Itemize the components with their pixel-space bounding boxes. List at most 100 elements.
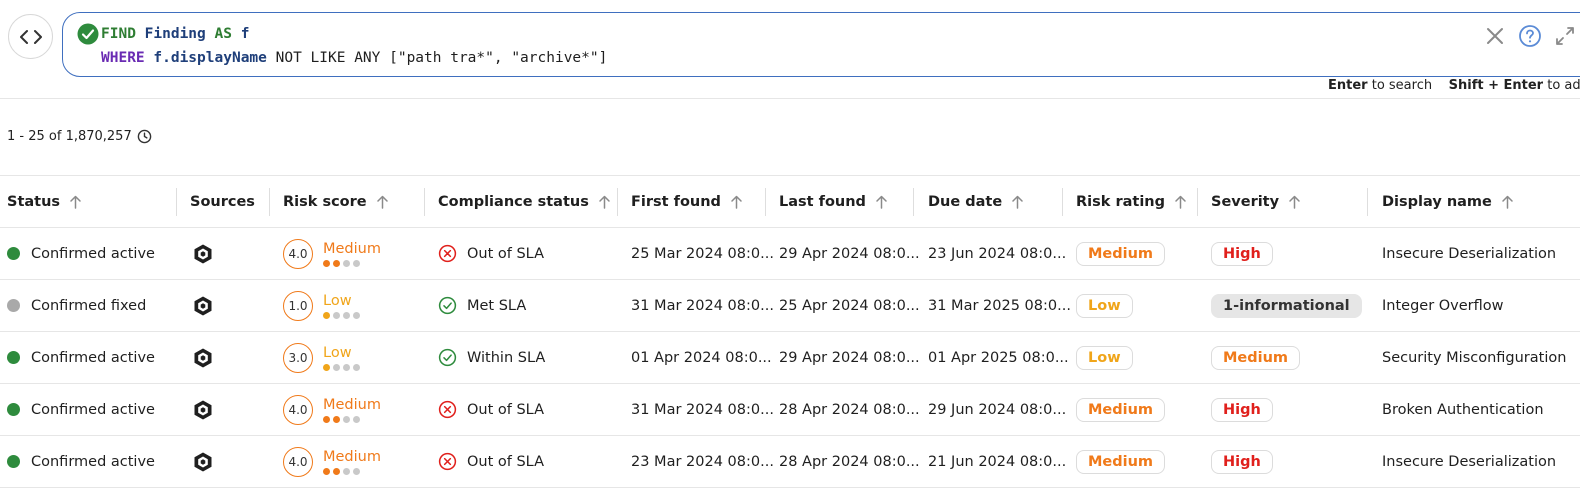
column-resize-handle[interactable] xyxy=(176,188,177,216)
risk-rating-badge: Medium xyxy=(1076,397,1166,422)
risk-rating-badge: Medium xyxy=(1076,449,1166,474)
status-text: Confirmed active xyxy=(31,401,155,418)
sources-cell xyxy=(192,436,214,487)
risk-score-meter-dot xyxy=(353,363,360,371)
risk-score-info: Medium xyxy=(323,449,381,475)
column-resize-handle[interactable] xyxy=(765,188,766,216)
risk-rating-cell: Medium xyxy=(1076,384,1166,435)
column-header-due-date[interactable]: Due date xyxy=(928,176,1024,227)
display-name-cell: Security Misconfiguration xyxy=(1382,349,1567,366)
due-date-cell: 21 Jun 2024 08:0... xyxy=(928,453,1067,470)
risk-score-cell: 3.0 Low xyxy=(283,332,360,383)
risk-score-meter-dot xyxy=(353,415,360,423)
hexagon-logo-icon xyxy=(194,452,212,471)
status-dot xyxy=(7,455,20,468)
clock-icon[interactable] xyxy=(137,129,152,144)
risk-rating-cell: Low xyxy=(1076,332,1133,383)
severity-badge: High xyxy=(1211,397,1273,422)
column-header-label: Risk score xyxy=(283,193,367,210)
column-resize-handle[interactable] xyxy=(1197,188,1198,216)
compliance-cell: Within SLA xyxy=(438,332,545,383)
risk-rating-badge: Low xyxy=(1076,345,1133,370)
column-header-label: Severity xyxy=(1211,193,1280,210)
table-row[interactable]: Confirmed active 3.0 Low Within SLA 01 Apr 2… xyxy=(0,332,1580,384)
severity-cell: High xyxy=(1211,384,1273,435)
expand-icon[interactable] xyxy=(1553,24,1577,48)
compliance-cell: Met SLA xyxy=(438,280,526,331)
query-mode-toggle-button[interactable] xyxy=(8,14,53,59)
risk-score-meter xyxy=(323,467,381,475)
table-row[interactable]: Confirmed active 4.0 Medium Out of SLA 31 Ma… xyxy=(0,384,1580,436)
column-header-severity[interactable]: Severity xyxy=(1211,176,1301,227)
column-resize-handle[interactable] xyxy=(617,188,618,216)
compliance-text: Met SLA xyxy=(467,297,527,314)
compliance-text: Out of SLA xyxy=(467,245,545,262)
compliance-cell: Out of SLA xyxy=(438,228,544,279)
column-resize-handle[interactable] xyxy=(1062,188,1063,216)
risk-score-value: 4.0 xyxy=(283,446,313,477)
table-row[interactable]: Confirmed fixed 1.0 Low Met SLA 31 Mar 2024 … xyxy=(0,280,1580,332)
status-dot xyxy=(7,247,20,260)
status-text: Confirmed active xyxy=(31,245,155,262)
column-resize-handle[interactable] xyxy=(424,188,425,216)
check-circle-icon xyxy=(77,23,99,45)
column-header-label: Risk rating xyxy=(1076,193,1165,210)
table-row[interactable]: Confirmed active 4.0 Medium Out of SLA 25 Ma… xyxy=(0,228,1580,280)
risk-score-cell: 4.0 Medium xyxy=(283,384,381,435)
column-header-label: Compliance status xyxy=(438,193,589,210)
compliance-cell: Out of SLA xyxy=(438,436,544,487)
help-circle-icon[interactable] xyxy=(1518,24,1542,48)
column-header-risk-score[interactable]: Risk score xyxy=(283,176,389,227)
status-text: Confirmed active xyxy=(31,349,155,366)
risk-score-label: Medium xyxy=(323,448,381,465)
table-row[interactable]: Confirmed active 4.0 Medium Out of SLA 23 Ma… xyxy=(0,436,1580,488)
risk-score-label: Low xyxy=(323,292,352,309)
last-found-cell: 29 Apr 2024 08:0... xyxy=(779,349,920,366)
status-dot xyxy=(7,299,20,312)
column-resize-handle[interactable] xyxy=(269,188,270,216)
column-header-status[interactable]: Status xyxy=(7,176,82,227)
check-circle-outline-icon xyxy=(438,348,457,367)
column-header-last-found[interactable]: Last found xyxy=(779,176,888,227)
risk-score-meter-dot xyxy=(343,415,350,423)
search-hint: Enter to search Shift + Enter to ad xyxy=(1328,78,1580,93)
first-found-cell: 01 Apr 2024 08:0... xyxy=(631,349,772,366)
sources-cell xyxy=(192,228,214,279)
query-editor[interactable]: FIND Finding AS f WHERE f.displayName NO… xyxy=(62,12,1580,77)
column-header-first-found[interactable]: First found xyxy=(631,176,743,227)
risk-score-info: Low xyxy=(323,293,360,319)
risk-rating-badge: Medium xyxy=(1076,241,1166,266)
severity-cell: Medium xyxy=(1211,332,1301,383)
first-found-cell: 31 Mar 2024 08:0... xyxy=(631,401,774,418)
check-circle-outline-icon xyxy=(438,296,457,315)
risk-score-label: Low xyxy=(323,344,352,361)
risk-score-cell: 1.0 Low xyxy=(283,280,360,331)
severity-cell: 1-informational xyxy=(1211,280,1362,331)
column-header-display-name[interactable]: Display name xyxy=(1382,176,1514,227)
risk-rating-cell: Medium xyxy=(1076,228,1166,279)
risk-score-cell: 4.0 Medium xyxy=(283,228,381,279)
column-header-label: Due date xyxy=(928,193,1003,210)
risk-score-meter xyxy=(323,259,381,267)
first-found-cell: 23 Mar 2024 08:0... xyxy=(631,453,774,470)
sources-cell xyxy=(192,332,214,383)
risk-score-meter-dot xyxy=(323,311,330,319)
status-dot xyxy=(7,351,20,364)
sort-arrow-icon xyxy=(599,195,610,209)
divider xyxy=(0,98,1580,99)
hexagon-logo-icon xyxy=(194,296,212,315)
severity-badge: Medium xyxy=(1211,345,1301,370)
column-header-risk-rating[interactable]: Risk rating xyxy=(1076,176,1187,227)
risk-score-meter-dot xyxy=(353,311,360,319)
compliance-text: Out of SLA xyxy=(467,453,545,470)
column-resize-handle[interactable] xyxy=(913,188,914,216)
column-resize-handle[interactable] xyxy=(1367,188,1368,216)
risk-score-info: Low xyxy=(323,345,360,371)
risk-score-meter-dot xyxy=(333,363,340,371)
column-header-compliance-status[interactable]: Compliance status xyxy=(438,176,611,227)
sort-arrow-icon xyxy=(70,195,81,209)
risk-score-meter xyxy=(323,415,381,423)
display-name-cell: Insecure Deserialization xyxy=(1382,245,1557,262)
column-header-sources[interactable]: Sources xyxy=(190,176,255,227)
close-icon[interactable] xyxy=(1483,24,1507,48)
